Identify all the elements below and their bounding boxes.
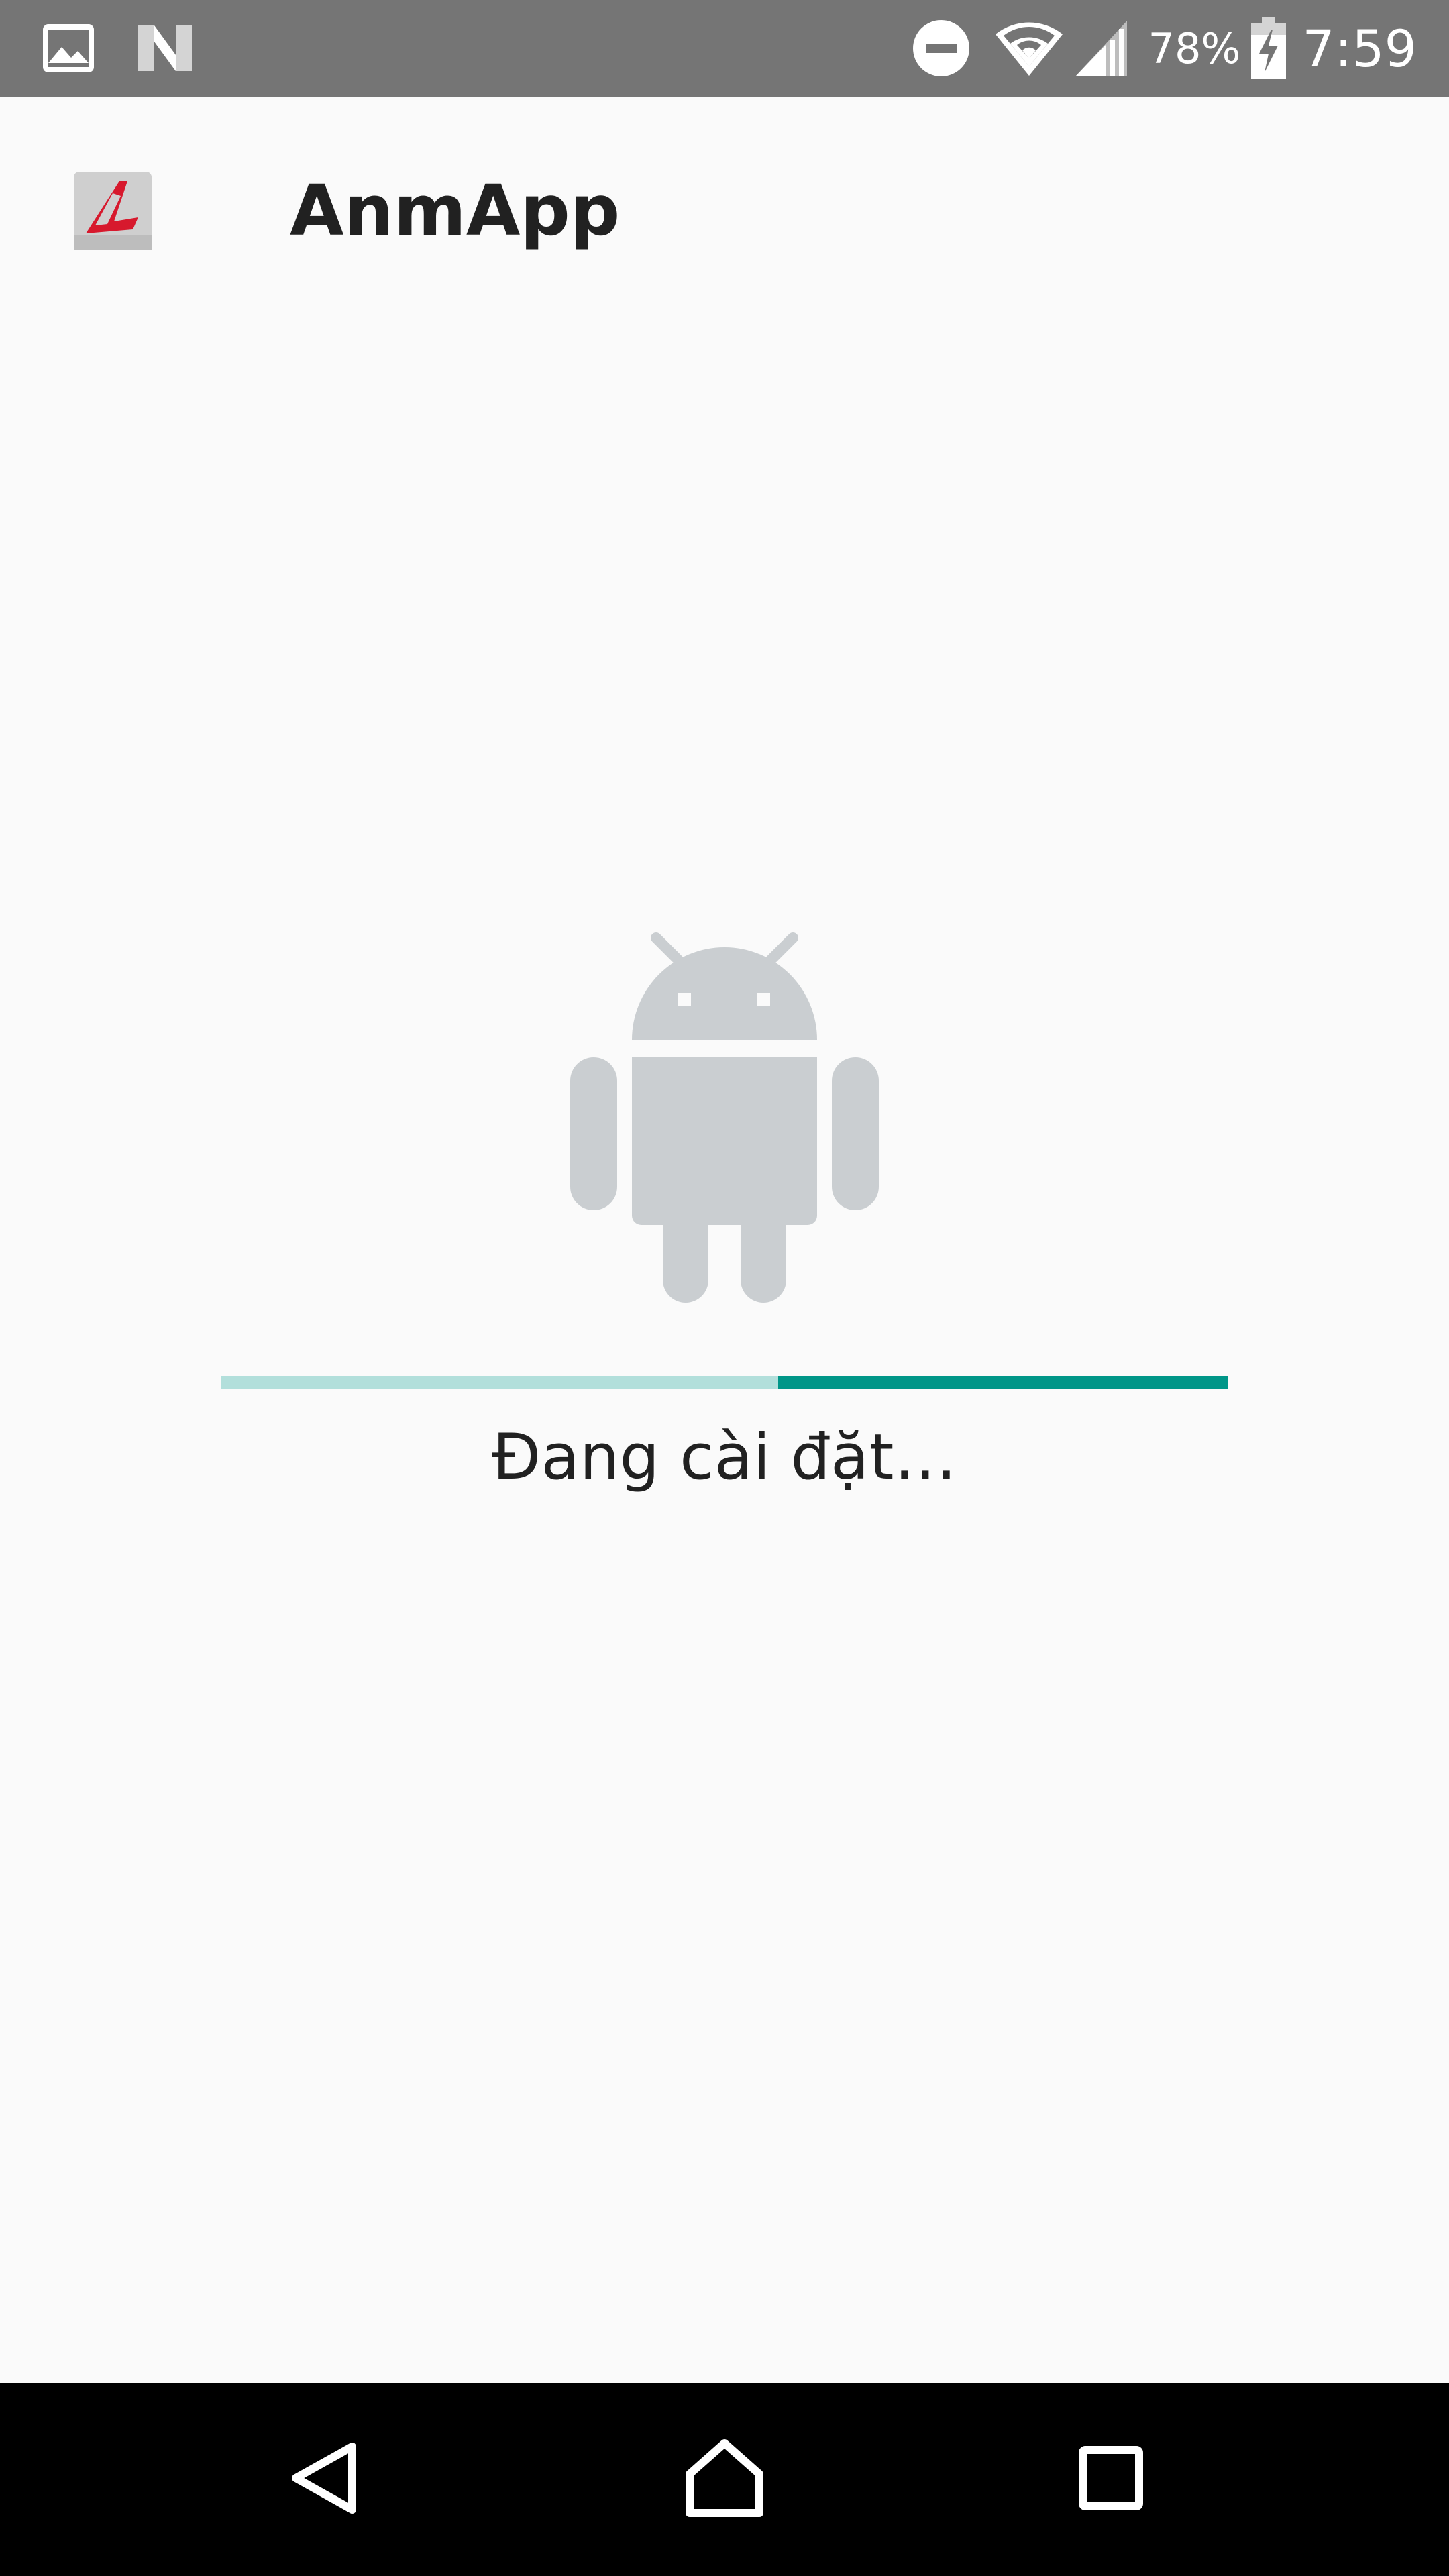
install-status-text: Đang cài đặt…: [492, 1421, 957, 1494]
navigation-bar: [0, 2383, 1449, 2576]
anmapp-logo-icon: [72, 170, 153, 251]
home-button[interactable]: [684, 2438, 765, 2522]
system-icons: 78% 7:59: [911, 13, 1417, 83]
notification-icons: [42, 20, 195, 76]
clock: 7:59: [1302, 18, 1417, 78]
image-notification-icon: [42, 21, 95, 75]
status-bar: 78% 7:59: [0, 0, 1449, 97]
do-not-disturb-icon: [911, 18, 971, 78]
install-progress-indicator: [777, 1376, 1228, 1389]
app-title: AnmApp: [290, 170, 621, 252]
n-notification-icon: [136, 21, 195, 75]
back-button[interactable]: [284, 2439, 365, 2520]
back-icon: [288, 2441, 362, 2518]
cell-signal-icon: [1075, 19, 1128, 77]
battery-percentage: 78%: [1148, 23, 1241, 73]
battery-charging-icon: [1250, 16, 1287, 80]
home-icon: [684, 2438, 765, 2522]
app-header: AnmApp: [0, 97, 1449, 325]
install-progress-bar: [221, 1376, 1228, 1389]
recents-icon: [1077, 2445, 1144, 2515]
wifi-icon: [994, 19, 1064, 77]
recents-button[interactable]: [1071, 2439, 1151, 2520]
android-robot-icon: [569, 928, 880, 1304]
